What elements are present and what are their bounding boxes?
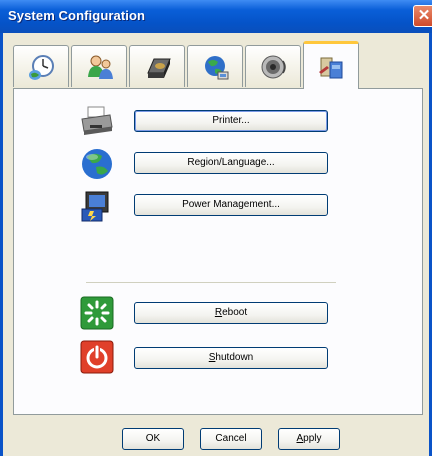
region-language-button[interactable]: Region/Language...	[134, 152, 328, 174]
globe-icon	[82, 149, 112, 179]
apply-button[interactable]: Apply	[278, 428, 340, 450]
shutdown-button[interactable]: Shutdown	[134, 347, 328, 369]
shutdown-icon	[80, 340, 114, 374]
title-bar[interactable]: System Configuration ✕	[0, 0, 432, 33]
tab-strip	[13, 41, 423, 89]
speaker-icon	[261, 55, 286, 79]
apply-label: pply	[303, 433, 322, 444]
printer-button[interactable]: Printer...	[134, 110, 328, 132]
tab-users[interactable]	[71, 45, 127, 87]
ok-button[interactable]: OK	[122, 428, 184, 450]
tools-icon	[319, 57, 343, 79]
printer-icon	[81, 106, 113, 135]
hard-disk-icon	[147, 58, 171, 78]
power-management-icon	[81, 191, 109, 222]
reboot-button[interactable]: Reboot	[134, 302, 328, 324]
tab-sound[interactable]	[245, 45, 301, 87]
cancel-button[interactable]: Cancel	[200, 428, 262, 450]
tab-network[interactable]	[187, 45, 243, 87]
power-management-button[interactable]: Power Management...	[134, 194, 328, 216]
reboot-accelerator: R	[214, 307, 223, 318]
clock-globe-icon	[29, 55, 54, 80]
tab-system-tools[interactable]	[303, 41, 359, 89]
close-button[interactable]: ✕	[413, 5, 432, 27]
reboot-icon	[80, 296, 114, 330]
tab-time-settings[interactable]	[13, 45, 69, 87]
dialog-client-area: Printer... Region/Language... Power Mana…	[3, 33, 429, 456]
tab-storage[interactable]	[129, 45, 185, 87]
shutdown-label: hutdown	[215, 352, 254, 363]
people-network-icon	[88, 55, 113, 79]
separator-line	[86, 282, 336, 283]
system-tools-panel: Printer... Region/Language... Power Mana…	[13, 88, 423, 415]
reboot-label: eboot	[222, 307, 248, 318]
close-icon: ✕	[417, 7, 431, 24]
network-globe-icon	[205, 56, 229, 80]
system-configuration-window: System Configuration ✕ Printer... Region…	[0, 0, 432, 456]
window-title: System Configuration	[8, 8, 146, 23]
